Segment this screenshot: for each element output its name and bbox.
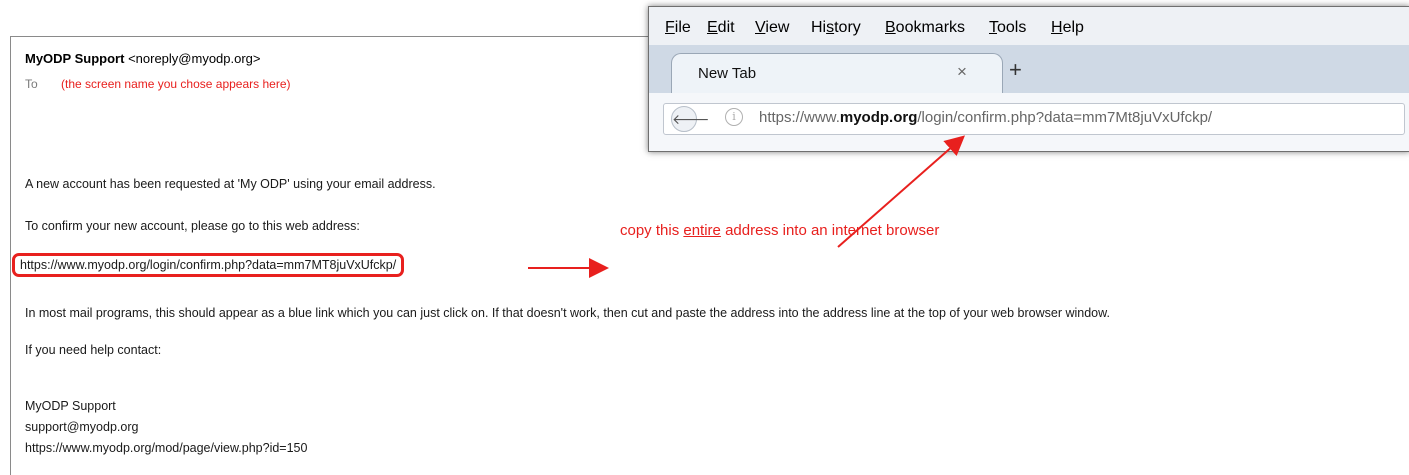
menu-file-rest: ile bbox=[674, 19, 691, 36]
signature-name: MyODP Support bbox=[25, 399, 116, 413]
address-url: https://www.myodp.org/login/confirm.php?… bbox=[759, 109, 1212, 126]
menu-history[interactable]: History bbox=[811, 19, 861, 37]
menu-file[interactable]: File bbox=[665, 19, 691, 37]
annotation-text-after: address into an internet browser bbox=[720, 222, 940, 239]
annotation-text: copy this entire address into an interne… bbox=[620, 222, 939, 239]
annotation-text-before: copy this bbox=[620, 222, 684, 239]
body-line-1: A new account has been requested at 'My … bbox=[25, 177, 436, 191]
url-domain: myodp.org bbox=[839, 109, 918, 126]
menu-tools[interactable]: Tools bbox=[989, 19, 1026, 37]
menu-bookmarks[interactable]: Bookmarks bbox=[885, 19, 965, 37]
sender-name: MyODP Support bbox=[25, 51, 125, 66]
info-icon[interactable]: i bbox=[725, 108, 743, 126]
new-tab-icon[interactable]: + bbox=[1009, 57, 1022, 83]
recipient-note: (the screen name you chose appears here) bbox=[61, 77, 291, 91]
email-sender: MyODP Support <noreply@myodp.org> bbox=[25, 51, 261, 66]
menu-view[interactable]: View bbox=[755, 19, 789, 37]
back-arrow-icon[interactable]: 🡐 bbox=[671, 106, 710, 132]
url-prefix: https://www. bbox=[759, 109, 840, 126]
body-line-4: If you need help contact: bbox=[25, 343, 162, 357]
confirm-link[interactable]: https://www.myodp.org/login/confirm.php?… bbox=[12, 253, 405, 277]
email-recipient: To (the screen name you chose appears he… bbox=[25, 77, 291, 91]
sender-email: <noreply@myodp.org> bbox=[128, 51, 261, 66]
tab-new-tab[interactable]: New Tab × bbox=[671, 53, 1003, 94]
signature-email[interactable]: support@myodp.org bbox=[25, 420, 138, 434]
body-line-3: In most mail programs, this should appea… bbox=[25, 306, 1110, 320]
body-line-2: To confirm your new account, please go t… bbox=[25, 219, 360, 233]
url-rest: /login/confirm.php?data=mm7Mt8juVxUfckp/ bbox=[917, 109, 1213, 126]
menu-edit[interactable]: Edit bbox=[707, 19, 735, 37]
menu-help[interactable]: Help bbox=[1051, 19, 1084, 37]
close-icon[interactable]: × bbox=[957, 62, 967, 82]
signature-link[interactable]: https://www.myodp.org/mod/page/view.php?… bbox=[25, 441, 307, 455]
menu-bar: File Edit View History Bookmarks Tools H… bbox=[649, 7, 1409, 45]
tab-title: New Tab bbox=[698, 65, 757, 82]
browser-window: File Edit View History Bookmarks Tools H… bbox=[648, 6, 1409, 152]
to-label: To bbox=[25, 77, 38, 91]
annotation-text-underlined: entire bbox=[683, 222, 721, 239]
